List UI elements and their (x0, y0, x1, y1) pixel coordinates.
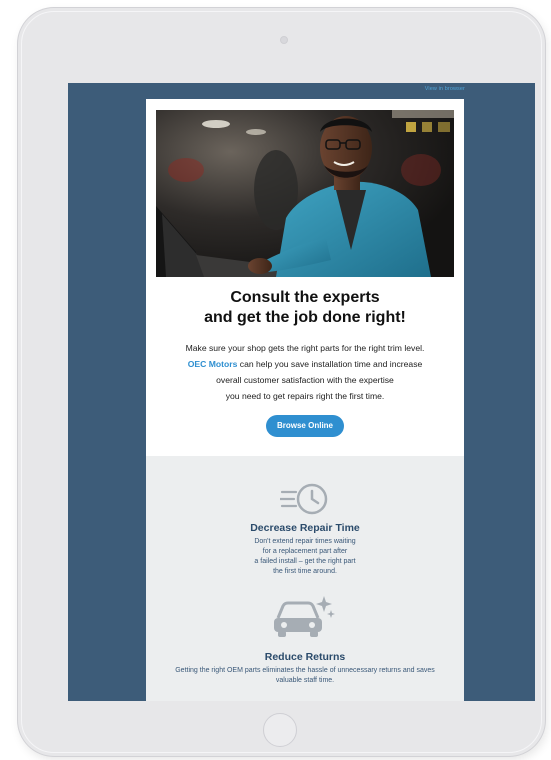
feature-title-reduce-returns: Reduce Returns (264, 651, 346, 663)
feature-title-repair-time: Decrease Repair Time (250, 522, 360, 534)
tablet-frame: View in browser Consult the experts and … (18, 8, 545, 756)
clock-speed-icon (280, 483, 328, 515)
headline-line-2: and get the job done right! (204, 309, 406, 326)
feature-desc-reduce-returns: Getting the right OEM parts eliminates t… (146, 666, 464, 686)
camera-icon (280, 36, 288, 44)
features-section: Decrease Repair Time Don't extend repair… (146, 456, 464, 701)
feature-desc-line: Don't extend repair times waiting (254, 538, 356, 545)
body-line-1: Make sure your shop gets the right parts… (185, 343, 425, 353)
feature-desc-line: Getting the right OEM parts eliminates t… (175, 667, 435, 674)
headline-line-1: Consult the experts (230, 289, 380, 306)
home-button[interactable] (263, 713, 297, 747)
body-copy: Make sure your shop gets the right parts… (146, 340, 464, 404)
body-line-3: overall customer satisfaction with the e… (216, 375, 394, 385)
browse-online-button[interactable]: Browse Online (266, 415, 344, 437)
tablet-screen: View in browser Consult the experts and … (68, 83, 535, 701)
view-in-browser-link[interactable]: View in browser (425, 86, 465, 92)
mechanic-photo (156, 110, 454, 277)
feature-desc-line: the first time around. (273, 568, 337, 575)
feature-desc-repair-time: Don't extend repair times waiting for a … (146, 537, 464, 577)
hero-image (156, 110, 454, 277)
brand-link[interactable]: OEC Motors (188, 359, 238, 369)
headline: Consult the experts and get the job done… (146, 288, 464, 328)
body-line-2: OEC Motors can help you save installatio… (146, 356, 464, 372)
feature-desc-line: for a replacement part after (262, 548, 348, 555)
sparkling-car-icon (274, 596, 335, 637)
body-line-2-text: can help you save installation time and … (237, 359, 423, 369)
body-line-4: you need to get repairs right the first … (225, 391, 385, 401)
feature-desc-line: valuable staff time. (275, 677, 335, 684)
email-body: Consult the experts and get the job done… (146, 99, 464, 701)
feature-desc-line: a failed install – get the right part (254, 558, 356, 565)
